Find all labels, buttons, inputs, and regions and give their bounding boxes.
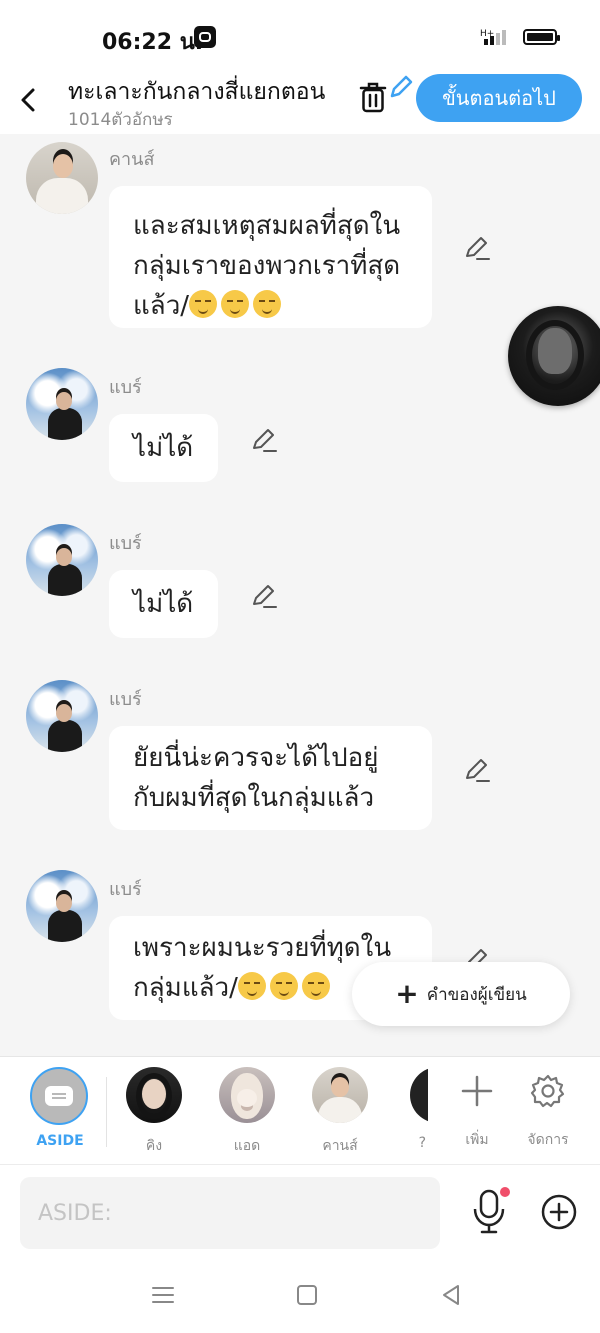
notification-dot <box>500 1187 510 1197</box>
avatar <box>410 1067 428 1123</box>
message-text: ไม่ได้ <box>133 589 194 619</box>
back-nav-icon[interactable] <box>436 1280 466 1310</box>
edit-title-button[interactable] <box>388 74 414 100</box>
avatar[interactable] <box>26 524 98 596</box>
avatar[interactable] <box>26 870 98 942</box>
chat-area[interactable]: คานส์ และสมเหตุสมผลที่สุดในกลุ่มเราของพว… <box>0 134 600 1056</box>
character-partial[interactable]: ? <box>398 1067 428 1151</box>
smirk-emoji-icon <box>189 290 218 318</box>
floating-character-avatar[interactable] <box>508 306 600 406</box>
sender-name: แบร์ <box>109 533 142 554</box>
home-icon[interactable] <box>292 1280 322 1310</box>
smirk-emoji-icon <box>253 290 282 318</box>
author-note-button[interactable]: + คำของผู้เขียน <box>352 962 570 1026</box>
author-note-label: คำของผู้เขียน <box>426 984 527 1005</box>
editor-header: ทะเลาะกันกลางสี่แยกตอน 1014ตัวอักษร ขั้น… <box>0 72 600 134</box>
relieved-emoji-icon <box>269 972 298 1000</box>
aside-icon <box>30 1067 88 1125</box>
sender-name: แบร์ <box>109 377 142 398</box>
message-bubble[interactable]: ยัยนี่น่ะควรจะได้ไปอยู่กับผมที่สุดในกลุ่… <box>109 726 432 830</box>
message-text: ไม่ได้ <box>133 433 194 463</box>
add-character-button[interactable]: เพิ่ม <box>445 1069 509 1151</box>
aside-label: ASIDE <box>36 1133 84 1149</box>
composer-bar <box>0 1164 600 1256</box>
next-step-button[interactable]: ขั้นตอนต่อไป <box>416 74 582 122</box>
relieved-emoji-icon <box>237 972 266 1000</box>
character-name: คานส์ <box>322 1138 358 1154</box>
add-label: เพิ่ม <box>465 1132 489 1148</box>
manage-label: จัดการ <box>527 1132 569 1148</box>
character-ad[interactable]: แอด <box>212 1067 282 1157</box>
character-kans[interactable]: คานส์ <box>305 1067 375 1157</box>
message-input[interactable] <box>20 1177 440 1249</box>
manage-characters-button[interactable]: จัดการ <box>516 1069 580 1151</box>
sender-name: แบร์ <box>109 689 142 710</box>
edit-message-icon[interactable] <box>463 234 491 262</box>
avatar[interactable] <box>26 368 98 440</box>
status-time: 06:22 น. <box>102 30 204 55</box>
divider <box>106 1077 107 1147</box>
character-selector: ASIDE คิง แอด คานส์ ? เพิ่ม จัดการ <box>0 1056 600 1164</box>
status-bar: 06:22 น. H+ <box>0 0 600 72</box>
plus-icon: + <box>395 977 419 1010</box>
character-name: คิง <box>145 1138 163 1154</box>
character-name: ? <box>418 1135 426 1151</box>
sender-name: แบร์ <box>109 879 142 900</box>
character-king[interactable]: คิง <box>119 1067 189 1157</box>
gear-icon <box>530 1074 565 1108</box>
edit-message-icon[interactable] <box>250 582 278 610</box>
message-bubble[interactable]: และสมเหตุสมผลที่สุดในกลุ่มเราของพวกเราที… <box>109 186 432 328</box>
message-bubble[interactable]: ไม่ได้ <box>109 414 218 482</box>
avatar <box>126 1067 182 1123</box>
story-title: ทะเลาะกันกลางสี่แยกตอน <box>68 79 326 105</box>
character-count: 1014ตัวอักษร <box>68 110 173 130</box>
relieved-emoji-icon <box>301 972 330 1000</box>
avatar <box>312 1067 368 1123</box>
add-content-button[interactable] <box>540 1193 578 1231</box>
edit-message-icon[interactable] <box>250 426 278 454</box>
avatar <box>219 1067 275 1123</box>
avatar[interactable] <box>26 142 98 214</box>
menu-icon[interactable] <box>148 1280 178 1310</box>
battery-icon <box>523 29 560 45</box>
message-bubble[interactable]: ไม่ได้ <box>109 570 218 638</box>
back-button[interactable] <box>14 82 42 118</box>
message-text: ยัยนี่น่ะควรจะได้ไปอยู่กับผมที่สุดในกลุ่… <box>133 743 379 813</box>
avatar[interactable] <box>26 680 98 752</box>
signal-icon: H+ <box>480 29 506 45</box>
smirk-emoji-icon <box>221 290 250 318</box>
delete-button[interactable] <box>358 80 388 114</box>
character-name: แอด <box>233 1138 261 1154</box>
app-notification-icon <box>194 26 216 48</box>
aside-selector[interactable]: ASIDE <box>30 1067 90 1149</box>
plus-icon <box>461 1075 493 1107</box>
sender-name: คานส์ <box>109 149 155 170</box>
edit-message-icon[interactable] <box>463 756 491 784</box>
system-nav-bar <box>0 1256 600 1333</box>
